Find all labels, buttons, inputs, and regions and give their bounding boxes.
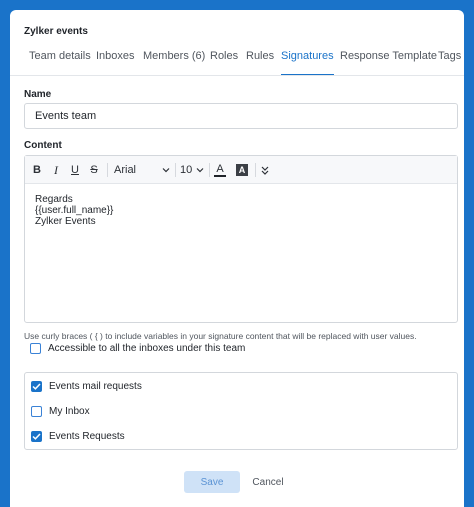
highlight-icon: A xyxy=(236,164,248,176)
tab-tags[interactable]: Tags xyxy=(438,46,461,75)
font-size-select[interactable]: 10 xyxy=(178,161,206,179)
signature-line: {{user.full_name}} xyxy=(35,205,114,216)
tab-inboxes[interactable]: Inboxes xyxy=(96,46,135,75)
tab-team-details[interactable]: Team details xyxy=(29,46,91,75)
toolbar-divider xyxy=(209,163,210,177)
strikethrough-icon: S xyxy=(90,164,98,176)
bold-icon: B xyxy=(33,164,41,176)
tab-bar: Team details Inboxes Members (6) Roles R… xyxy=(10,46,464,76)
content-label: Content xyxy=(24,140,62,151)
save-button[interactable]: Save xyxy=(184,471,240,493)
highlight-color-button[interactable]: A xyxy=(234,161,250,179)
variables-hint: Use curly braces ( { ) to include variab… xyxy=(24,331,417,341)
text-color-swatch xyxy=(214,175,226,177)
inbox-checkbox[interactable] xyxy=(31,406,42,417)
check-icon xyxy=(32,383,41,390)
inbox-item-events-requests[interactable]: Events Requests xyxy=(31,431,125,442)
editor-toolbar: B I U S Arial 10 A A xyxy=(25,156,457,184)
cancel-button[interactable]: Cancel xyxy=(248,471,288,493)
team-settings-panel: Zylker events Team details Inboxes Membe… xyxy=(10,10,464,507)
tab-roles[interactable]: Roles xyxy=(210,46,238,75)
signature-line: Regards xyxy=(35,194,73,205)
inbox-label: Events mail requests xyxy=(49,381,142,392)
font-family-value: Arial xyxy=(114,164,137,176)
accessible-all-option[interactable]: Accessible to all the inboxes under this… xyxy=(30,343,245,354)
italic-icon: I xyxy=(54,162,58,177)
signature-editor: B I U S Arial 10 A A Regards {{user.full… xyxy=(24,155,458,323)
bold-button[interactable]: B xyxy=(29,161,45,179)
accessible-all-checkbox[interactable] xyxy=(30,343,41,354)
toolbar-divider xyxy=(255,163,256,177)
inbox-item-events-mail-requests[interactable]: Events mail requests xyxy=(31,381,142,392)
inbox-item-my-inbox[interactable]: My Inbox xyxy=(31,406,90,417)
toolbar-divider xyxy=(175,163,176,177)
inbox-checkbox[interactable] xyxy=(31,381,42,392)
chevron-down-icon xyxy=(162,168,170,173)
text-color-icon: A xyxy=(216,163,224,175)
tab-response-template[interactable]: Response Template xyxy=(340,46,437,75)
font-size-value: 10 xyxy=(180,164,193,176)
tab-members[interactable]: Members (6) xyxy=(143,46,205,75)
italic-button[interactable]: I xyxy=(48,161,64,179)
inbox-label: Events Requests xyxy=(49,431,125,442)
underline-icon: U xyxy=(71,164,79,176)
text-color-button[interactable]: A xyxy=(212,161,228,179)
double-chevron-down-icon xyxy=(261,166,269,175)
tab-signatures[interactable]: Signatures xyxy=(281,46,334,75)
underline-button[interactable]: U xyxy=(67,161,83,179)
inbox-checkbox[interactable] xyxy=(31,431,42,442)
toolbar-divider xyxy=(107,163,108,177)
chevron-down-icon xyxy=(196,168,204,173)
tab-rules[interactable]: Rules xyxy=(246,46,274,75)
accessible-all-label: Accessible to all the inboxes under this… xyxy=(48,343,246,354)
font-family-select[interactable]: Arial xyxy=(111,161,173,179)
signature-content[interactable]: Regards {{user.full_name}} Zylker Events xyxy=(35,194,113,227)
name-label: Name xyxy=(24,89,52,100)
more-options-button[interactable] xyxy=(258,161,272,179)
check-icon xyxy=(32,433,41,440)
strikethrough-button[interactable]: S xyxy=(86,161,102,179)
page-title: Zylker events xyxy=(24,26,88,37)
name-input[interactable] xyxy=(24,103,458,129)
inbox-label: My Inbox xyxy=(49,406,90,417)
signature-line: Zylker Events xyxy=(35,216,96,227)
inbox-list: Events mail requests My Inbox Events Req… xyxy=(24,372,458,450)
